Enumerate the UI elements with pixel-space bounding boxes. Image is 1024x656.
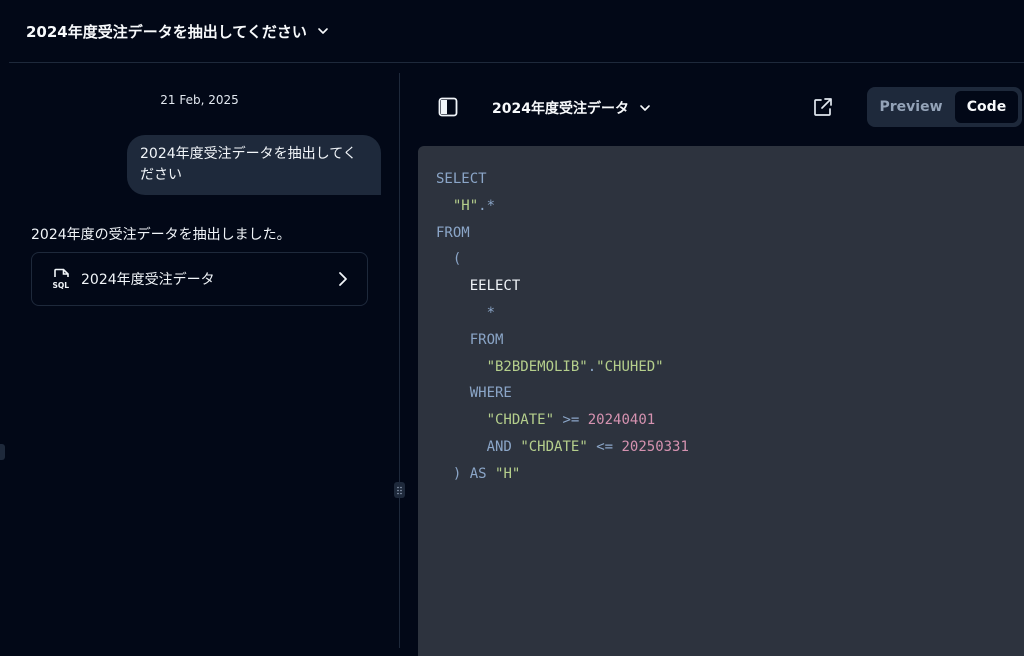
artifact-card-label: 2024年度受注データ (81, 272, 215, 288)
code-line: ( (452, 251, 462, 268)
chat-pane: 21 Feb, 2025 2024年度受注データを抽出してください 2024年度… (0, 63, 399, 648)
app-header: 2024年度受注データを抽出してください (0, 0, 1024, 62)
assistant-message: 2024年度の受注データを抽出しました。 (31, 227, 291, 243)
message-date: 21 Feb, 2025 (160, 93, 239, 107)
code-line: SELECT (436, 171, 487, 187)
code-line: "CHDATE" >= 20240401 (486, 412, 656, 429)
artifact-toolbar: 2024年度受注データ Preview Code (400, 63, 1024, 145)
view-toggle: Preview Code (867, 87, 1022, 127)
artifact-card[interactable]: SQL 2024年度受注データ (31, 252, 368, 306)
code-line: FROM (436, 224, 470, 241)
chevron-right-icon (339, 272, 347, 286)
code-line: WHERE (469, 385, 512, 402)
artifact-pane: 2024年度受注データ Preview Code SELECT "H".* FRO… (400, 63, 1024, 656)
tab-code[interactable]: Code (955, 91, 1018, 123)
code-block: SELECT "H".* FROM ( EELECT * FROM "B2BDEM… (436, 166, 689, 488)
artifact-title: 2024年度受注データ (492, 101, 629, 117)
code-line: EELECT (469, 278, 521, 295)
chevron-down-icon (640, 105, 650, 111)
user-message-bubble: 2024年度受注データを抽出してください (127, 135, 381, 195)
tab-preview[interactable]: Preview (871, 91, 951, 123)
code-line: "B2BDEMOLIB"."CHUHED" (486, 358, 664, 375)
chevron-down-icon (318, 28, 328, 34)
artifact-title-dropdown[interactable]: 2024年度受注データ (492, 98, 651, 118)
external-link-icon[interactable] (812, 96, 834, 118)
code-line: AND "CHDATE" <= 20250331 (486, 438, 689, 455)
code-line: ) AS "H" (452, 465, 521, 482)
conversation-title-dropdown[interactable]: 2024年度受注データを抽出してください (26, 21, 329, 42)
code-panel: SELECT "H".* FROM ( EELECT * FROM "B2BDEM… (418, 146, 1024, 656)
sidebar-toggle-icon[interactable] (438, 97, 458, 117)
code-line: "H".* (452, 197, 496, 214)
code-line: * (486, 304, 496, 321)
code-line: FROM (469, 331, 504, 348)
sql-file-icon: SQL (53, 268, 70, 290)
conversation-title: 2024年度受注データを抽出してください (26, 22, 307, 41)
left-resize-handle[interactable] (0, 444, 5, 460)
svg-text:SQL: SQL (53, 281, 70, 290)
